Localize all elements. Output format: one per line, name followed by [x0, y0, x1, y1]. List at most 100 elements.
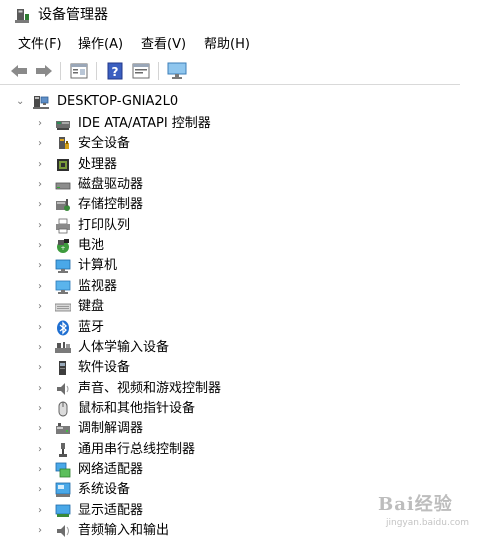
watermark-sub: jingyan.baidu.com	[386, 518, 470, 528]
audio-io-icon	[57, 525, 69, 537]
tree-node[interactable]: › 软件设备	[0, 358, 330, 378]
svg-text:?: ?	[112, 65, 119, 79]
tree-node-label: 打印队列	[78, 217, 131, 233]
tree-node-label: 计算机	[78, 258, 118, 274]
tree-node[interactable]: › 处理器	[0, 155, 330, 175]
chevron-right-icon[interactable]: ›	[38, 134, 42, 154]
chevron-right-icon[interactable]: ›	[38, 236, 42, 256]
bluetooth-icon	[57, 320, 69, 335]
tree-node[interactable]: › 键盘	[0, 297, 330, 317]
tree-node[interactable]: › 打印队列	[0, 216, 330, 236]
forward-button[interactable]	[33, 61, 55, 81]
menu-help[interactable]: 帮助(H)	[202, 36, 252, 54]
tree-node[interactable]: › 音频输入和输出	[0, 521, 330, 541]
scan-hardware-button[interactable]	[166, 61, 188, 81]
chevron-right-icon[interactable]: ›	[38, 460, 42, 480]
toolbar-separator	[60, 62, 61, 80]
tree-node[interactable]: › 声音、视频和游戏控制器	[0, 379, 330, 399]
tree-node-label: 磁盘驱动器	[78, 177, 144, 193]
computer-monitor-icon	[55, 260, 71, 274]
tree-node[interactable]: › 安全设备	[0, 134, 330, 154]
tree-node[interactable]: › 存储控制器	[0, 195, 330, 215]
svg-text:+: +	[60, 245, 65, 252]
display-adapter-icon	[55, 504, 71, 517]
menu-file[interactable]: 文件(F)	[16, 36, 64, 54]
keyboard-icon	[55, 303, 71, 312]
sound-icon	[57, 382, 69, 395]
chevron-right-icon[interactable]: ›	[38, 256, 42, 276]
tree-node-label: 安全设备	[78, 136, 131, 152]
tree-node-label: 系统设备	[78, 482, 131, 498]
ide-controller-icon	[56, 121, 70, 130]
tree-node[interactable]: › 网络适配器	[0, 460, 330, 480]
tree-node-label: 声音、视频和游戏控制器	[78, 380, 222, 396]
tree-node[interactable]: › 系统设备	[0, 480, 330, 500]
tree-node[interactable]: › 调制解调器	[0, 419, 330, 439]
menu-view[interactable]: 查看(V)	[139, 36, 188, 54]
back-button[interactable]	[8, 61, 30, 81]
tree-node-label: 存储控制器	[78, 197, 144, 213]
mouse-icon	[58, 401, 68, 417]
chevron-right-icon[interactable]: ›	[38, 440, 42, 460]
chevron-right-icon[interactable]: ›	[38, 175, 42, 195]
chevron-right-icon[interactable]: ›	[38, 114, 42, 134]
printer-icon	[56, 218, 70, 234]
tree-root-label: DESKTOP-GNIA2L0	[57, 94, 179, 109]
help-icon: ?	[107, 62, 123, 80]
chevron-right-icon[interactable]: ›	[38, 399, 42, 419]
update-driver-button[interactable]	[130, 61, 152, 81]
software-device-icon	[59, 361, 66, 376]
menu-bar: 文件(F) 操作(A) 查看(V) 帮助(H)	[0, 36, 500, 56]
chevron-right-icon[interactable]: ›	[38, 379, 42, 399]
tree-node-label: 软件设备	[78, 360, 131, 376]
tree-node[interactable]: › 通用串行总线控制器	[0, 440, 330, 460]
chevron-right-icon[interactable]: ›	[38, 297, 42, 317]
tree-node[interactable]: › 磁盘驱动器	[0, 175, 330, 195]
chevron-right-icon[interactable]: ›	[38, 318, 42, 338]
chevron-right-icon[interactable]: ›	[38, 155, 42, 175]
arrow-right-icon	[36, 65, 52, 77]
window-title: 设备管理器	[38, 7, 108, 23]
chevron-right-icon[interactable]: ›	[38, 480, 42, 500]
tree-node-label: 人体学输入设备	[78, 339, 170, 355]
watermark: Bai经验 jingyan.baidu.com	[378, 490, 493, 536]
computer-icon	[33, 96, 49, 109]
security-device-icon	[59, 137, 69, 150]
chevron-down-icon[interactable]: ⌄	[16, 92, 24, 112]
tree-node[interactable]: › IDE ATA/ATAPI 控制器	[0, 114, 330, 134]
update-driver-icon	[132, 63, 150, 79]
tree-node[interactable]: › 人体学输入设备	[0, 338, 330, 358]
tree-root[interactable]: ⌄ DESKTOP-GNIA2L0	[0, 92, 300, 112]
toolbar-separator	[158, 62, 159, 80]
toolbar-separator	[96, 62, 97, 80]
system-device-icon	[55, 482, 71, 498]
tree-node-label: 显示适配器	[78, 502, 144, 518]
tree-node-label: 蓝牙	[78, 319, 105, 335]
chevron-right-icon[interactable]: ›	[38, 419, 42, 439]
tree-node[interactable]: › 显示适配器	[0, 501, 330, 521]
properties-icon	[70, 63, 88, 79]
chevron-right-icon[interactable]: ›	[38, 277, 42, 297]
tree-node-label: 音频输入和输出	[78, 523, 170, 538]
tree-node[interactable]: › 蓝牙	[0, 318, 330, 338]
chevron-right-icon[interactable]: ›	[38, 338, 42, 358]
watermark-text: Bai经验	[378, 494, 453, 515]
tree-node[interactable]: › 监视器	[0, 277, 330, 297]
arrow-left-icon	[11, 65, 27, 77]
title-bar: 设备管理器	[0, 0, 500, 32]
chevron-right-icon[interactable]: ›	[38, 358, 42, 378]
chevron-right-icon[interactable]: ›	[38, 195, 42, 215]
tree-node-label: IDE ATA/ATAPI 控制器	[78, 116, 211, 131]
help-button[interactable]: ?	[104, 61, 126, 81]
hid-icon	[55, 341, 71, 353]
tree-node[interactable]: › 计算机	[0, 256, 330, 276]
tree-node[interactable]: › + 电池	[0, 236, 330, 256]
storage-controller-icon	[56, 199, 70, 212]
chevron-right-icon[interactable]: ›	[38, 521, 42, 541]
menu-action[interactable]: 操作(A)	[76, 36, 125, 54]
chevron-right-icon[interactable]: ›	[38, 501, 42, 521]
properties-button[interactable]	[68, 61, 90, 81]
tree-node[interactable]: › 鼠标和其他指针设备	[0, 399, 330, 419]
disk-drive-icon	[55, 182, 71, 190]
chevron-right-icon[interactable]: ›	[38, 216, 42, 236]
